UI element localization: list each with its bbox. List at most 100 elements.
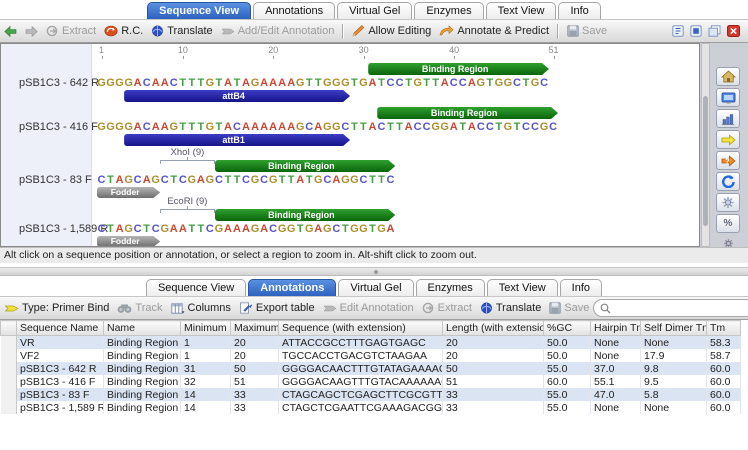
- rc-button[interactable]: R.C.: [104, 25, 143, 37]
- sequence-name[interactable]: pSB1C3 - 1,589 R: [19, 223, 108, 236]
- table-cell[interactable]: None: [591, 336, 641, 350]
- track-button[interactable]: Track: [117, 302, 162, 314]
- table-cell[interactable]: 50: [231, 362, 279, 375]
- column-header-tm[interactable]: Tm: [707, 321, 741, 336]
- top-tab-virtual-gel[interactable]: Virtual Gel: [337, 2, 412, 19]
- table-cell[interactable]: 33: [231, 388, 279, 401]
- gear-button[interactable]: [716, 193, 740, 212]
- table-cell[interactable]: None: [641, 401, 707, 414]
- table-cell[interactable]: 50: [443, 362, 544, 375]
- columns-button[interactable]: Columns: [171, 302, 231, 314]
- column-header-gc[interactable]: %GC: [544, 321, 591, 336]
- table-cell[interactable]: 20: [443, 336, 544, 350]
- annotation-attb4[interactable]: attB4: [124, 90, 350, 102]
- table-cell[interactable]: ATTACCGCCTTTGAGTGAGC: [279, 336, 443, 350]
- top-tab-enzymes[interactable]: Enzymes: [414, 2, 483, 19]
- column-header-length-with-extension[interactable]: Length (with extension): [443, 321, 544, 336]
- column-header-sequence-with-extension[interactable]: Sequence (with extension): [279, 321, 443, 336]
- popout-view-button[interactable]: [690, 25, 702, 37]
- table-cell[interactable]: Binding Region: [104, 375, 181, 388]
- monitor-button[interactable]: [716, 88, 740, 107]
- table-cell[interactable]: pSB1C3 - 416 F: [17, 375, 104, 388]
- bottom-tab-text-view[interactable]: Text View: [487, 279, 558, 296]
- column-header-minimum[interactable]: Minimum: [181, 321, 231, 336]
- table-cell[interactable]: 37.0: [591, 362, 641, 375]
- search-box[interactable]: [593, 299, 748, 317]
- detach-window-button[interactable]: [672, 25, 684, 37]
- column-header-maximum[interactable]: Maximum: [231, 321, 279, 336]
- table-cell[interactable]: VF2: [17, 349, 104, 362]
- table-cell[interactable]: 17.9: [641, 349, 707, 362]
- table-cell[interactable]: 60.0: [707, 375, 741, 388]
- export-table-button[interactable]: Export table: [239, 302, 315, 314]
- sequence-canvas[interactable]: 11020304051 pSB1C3 - 642 RGGGGACAACTTTGT…: [0, 43, 700, 247]
- table-cell[interactable]: 55.0: [544, 362, 591, 375]
- annotation-binding-region[interactable]: Binding Region: [377, 107, 558, 119]
- table-cell[interactable]: 55.0: [544, 388, 591, 401]
- table-row[interactable]: pSB1C3 - 83 FBinding Region1433CTAGCAGCT…: [1, 388, 741, 401]
- table-cell[interactable]: 14: [181, 401, 231, 414]
- table-row[interactable]: pSB1C3 - 1,589 RBinding Region1433CTAGCT…: [1, 401, 741, 414]
- table-cell[interactable]: GGGGACAAGTTTGTACAAAAAAGC...: [279, 375, 443, 388]
- save-button[interactable]: Save: [549, 302, 589, 314]
- table-cell[interactable]: Binding Region: [104, 349, 181, 362]
- splitter-bar[interactable]: [0, 267, 748, 276]
- table-cell[interactable]: 9.5: [641, 375, 707, 388]
- annotation-fodder[interactable]: Fodder: [97, 187, 160, 198]
- table-cell[interactable]: 9.8: [641, 362, 707, 375]
- table-cell[interactable]: 58.7: [707, 349, 741, 362]
- table-cell[interactable]: 14: [181, 388, 231, 401]
- column-header-sequence-name[interactable]: Sequence Name▼: [17, 321, 104, 336]
- bottom-tab-info[interactable]: Info: [560, 279, 602, 296]
- bar-chart-button[interactable]: [716, 109, 740, 128]
- annotation-binding-region[interactable]: Binding Region: [215, 160, 396, 172]
- table-row[interactable]: VF2Binding Region120TGCCACCTGACGTCTAAGAA…: [1, 349, 741, 362]
- table-cell[interactable]: 32: [181, 375, 231, 388]
- table-cell[interactable]: 60.0: [707, 401, 741, 414]
- bottom-tab-sequence-view[interactable]: Sequence View: [146, 279, 246, 296]
- home-button[interactable]: [716, 67, 740, 86]
- table-cell[interactable]: 47.0: [591, 388, 641, 401]
- table-cell[interactable]: GGGGACAACTTTGTATAGAAAAGT...: [279, 362, 443, 375]
- search-input[interactable]: [615, 301, 748, 315]
- forward-button[interactable]: [25, 26, 38, 37]
- allow-editing-button[interactable]: Allow Editing: [352, 25, 431, 37]
- table-cell[interactable]: None: [591, 349, 641, 362]
- table-cell[interactable]: None: [641, 336, 707, 350]
- table-cell[interactable]: 1: [181, 336, 231, 350]
- table-cell[interactable]: 50.0: [544, 349, 591, 362]
- table-cell[interactable]: Binding Region: [104, 388, 181, 401]
- save-button[interactable]: Save: [567, 25, 607, 37]
- panel-splitter[interactable]: [0, 263, 748, 277]
- column-header-name[interactable]: Name: [104, 321, 181, 336]
- table-cell[interactable]: 33: [443, 388, 544, 401]
- table-cell[interactable]: 55.0: [544, 401, 591, 414]
- sequence-name[interactable]: pSB1C3 - 416 F: [19, 121, 98, 134]
- table-cell[interactable]: TGCCACCTGACGTCTAAGAA: [279, 349, 443, 362]
- table-cell[interactable]: 5.8: [641, 388, 707, 401]
- translate-button[interactable]: Translate: [151, 25, 212, 37]
- duplicate-view-button[interactable]: [708, 25, 721, 37]
- table-cell[interactable]: 31: [181, 362, 231, 375]
- table-cell[interactable]: CTAGCTCGAATTCGAAAGACGGTG...: [279, 401, 443, 414]
- top-tab-sequence-view[interactable]: Sequence View: [147, 2, 251, 19]
- bottom-tab-enzymes[interactable]: Enzymes: [416, 279, 485, 296]
- table-cell[interactable]: CTAGCAGCTCGAGCTTCGCGTTAT...: [279, 388, 443, 401]
- column-header-hairpin-tm[interactable]: Hairpin Tm: [591, 321, 641, 336]
- vertical-scrollbar[interactable]: [701, 43, 710, 247]
- extract-button[interactable]: Extract: [46, 25, 96, 37]
- table-cell[interactable]: 60.0: [707, 388, 741, 401]
- annotation-fodder[interactable]: Fodder: [97, 236, 160, 247]
- top-tab-info[interactable]: Info: [558, 2, 600, 19]
- refresh-button[interactable]: [716, 172, 740, 191]
- edit-annotation-button[interactable]: Edit Annotation: [323, 302, 414, 314]
- table-cell[interactable]: 20: [443, 349, 544, 362]
- top-tab-text-view[interactable]: Text View: [486, 2, 557, 19]
- translate-button[interactable]: Translate: [480, 302, 541, 314]
- table-cell[interactable]: Binding Region: [104, 401, 181, 414]
- extract-button[interactable]: Extract: [422, 302, 472, 314]
- column-header-self-dimer-tm[interactable]: Self Dimer Tm: [641, 321, 707, 336]
- table-cell[interactable]: 60.0: [707, 362, 741, 375]
- orange-help-arrow-button[interactable]: ?: [716, 151, 740, 170]
- sequence-name[interactable]: pSB1C3 - 642 R: [19, 77, 99, 90]
